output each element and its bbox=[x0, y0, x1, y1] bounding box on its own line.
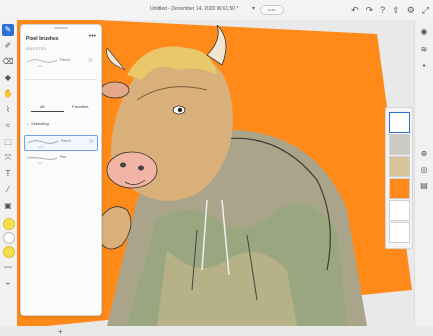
select-tool-icon[interactable]: ⬚ bbox=[2, 136, 14, 148]
tab-all[interactable]: All bbox=[40, 104, 44, 109]
fill-tool-icon[interactable]: ◆ bbox=[2, 72, 14, 84]
text-tool-icon[interactable]: T bbox=[2, 168, 14, 180]
category-label: Sketching bbox=[31, 121, 49, 126]
layer-thumb[interactable] bbox=[389, 112, 410, 133]
layers-icon[interactable]: ◉ bbox=[418, 26, 430, 38]
brush-panel: Pixel brushes ••• SELECTED Pencil 2.0 ☆ … bbox=[20, 24, 102, 336]
brush-name: Pencil bbox=[61, 139, 71, 143]
star-icon[interactable]: ☆ bbox=[88, 57, 93, 64]
add-brush-button[interactable]: + bbox=[58, 327, 63, 336]
add-layer-icon[interactable]: ⊕ bbox=[418, 148, 430, 160]
chevron-down-icon[interactable]: ▾ bbox=[252, 5, 255, 12]
visibility-icon[interactable]: ◎ bbox=[418, 164, 430, 176]
adjust-icon[interactable]: ≋ bbox=[418, 44, 430, 56]
category-back[interactable]: ← Sketching bbox=[26, 121, 49, 126]
comment-icon[interactable]: ▪ bbox=[418, 60, 430, 72]
brush-size: 2.0 bbox=[38, 161, 42, 165]
layer-thumb[interactable] bbox=[389, 222, 410, 243]
brush-stroke-preview bbox=[26, 157, 58, 160]
layer-properties-icon[interactable]: ▤ bbox=[418, 180, 430, 192]
fullscreen-icon[interactable]: ⤢ bbox=[422, 4, 429, 16]
flow-slider-icon[interactable]: ⌁ bbox=[2, 278, 14, 290]
smudge-tool-icon[interactable]: ✋ bbox=[2, 88, 14, 100]
undo-icon[interactable]: ↶ bbox=[351, 4, 359, 16]
tab-favorites[interactable]: Favorites bbox=[72, 104, 88, 109]
eraser-tool-icon[interactable]: ⌫ bbox=[2, 56, 14, 68]
document-title[interactable]: Untitled - December 14, 2020 W.61.50 * bbox=[150, 6, 238, 12]
left-toolbar: ✎ ✐ ⌫ ◆ ✋ ⌇ ≈ ⬚ ⤧ T ⁄ ▣ 〰 ⌁ bbox=[0, 20, 18, 326]
brush-tool-icon[interactable]: ✎ bbox=[2, 24, 14, 36]
layer-thumb[interactable] bbox=[389, 134, 410, 155]
image-tool-icon[interactable]: ▣ bbox=[2, 200, 14, 212]
blend-tool-icon[interactable]: ⌇ bbox=[2, 104, 14, 116]
brush-list-item[interactable]: Pen 2.0 bbox=[24, 152, 96, 166]
color-swatch-primary[interactable] bbox=[3, 218, 15, 230]
settings-icon[interactable]: ⚙ bbox=[407, 4, 415, 16]
star-icon[interactable]: ☆ bbox=[89, 138, 94, 145]
layer-thumb[interactable] bbox=[389, 178, 410, 199]
brush-size: 2.0 bbox=[38, 64, 42, 68]
brush-stroke-preview bbox=[27, 140, 59, 144]
layer-thumb[interactable] bbox=[389, 156, 410, 177]
top-actions: ↶ ↷ ? ⇪ ⚙ ⤢ bbox=[351, 4, 429, 16]
transform-tool-icon[interactable]: ⤧ bbox=[2, 152, 14, 164]
tab-indicator bbox=[31, 111, 64, 112]
eyedropper-icon[interactable]: ⁄ bbox=[2, 184, 14, 196]
liquify-tool-icon[interactable]: ≈ bbox=[2, 120, 14, 132]
layer-thumb[interactable] bbox=[389, 200, 410, 221]
redo-icon[interactable]: ↷ bbox=[366, 4, 374, 16]
top-bar: Untitled - December 14, 2020 W.61.50 * ▾… bbox=[0, 0, 433, 21]
section-label: SELECTED bbox=[26, 47, 47, 51]
status-badge: auto bbox=[260, 5, 284, 15]
size-slider-icon[interactable]: 〰 bbox=[2, 262, 14, 274]
divider bbox=[25, 79, 97, 80]
panel-title: Pixel brushes bbox=[26, 36, 59, 42]
more-icon[interactable]: ••• bbox=[89, 33, 96, 40]
help-icon[interactable]: ? bbox=[380, 4, 385, 16]
brush-size: 2.0 bbox=[39, 145, 43, 149]
panel-handle[interactable] bbox=[54, 27, 68, 29]
brush-name: Pen bbox=[60, 155, 67, 159]
brush-list-item[interactable]: Pencil 2.0 ☆ bbox=[24, 135, 98, 151]
selected-brush[interactable]: Pencil 2.0 ☆ bbox=[24, 55, 96, 69]
right-rail: ◉ ≋ ▪ ⊕ ◎ ▤ bbox=[414, 20, 433, 326]
color-swatch-secondary[interactable] bbox=[3, 232, 15, 244]
share-icon[interactable]: ⇪ bbox=[392, 4, 400, 16]
brush-tabs: All Favorites bbox=[26, 101, 96, 113]
brush-name: Pencil bbox=[60, 58, 70, 62]
layers-panel bbox=[385, 107, 413, 249]
pencil-tool-icon[interactable]: ✐ bbox=[2, 40, 14, 52]
brush-stroke-preview bbox=[26, 59, 58, 63]
color-swatch-recent[interactable] bbox=[3, 246, 15, 258]
back-arrow-icon: ← bbox=[26, 121, 30, 126]
